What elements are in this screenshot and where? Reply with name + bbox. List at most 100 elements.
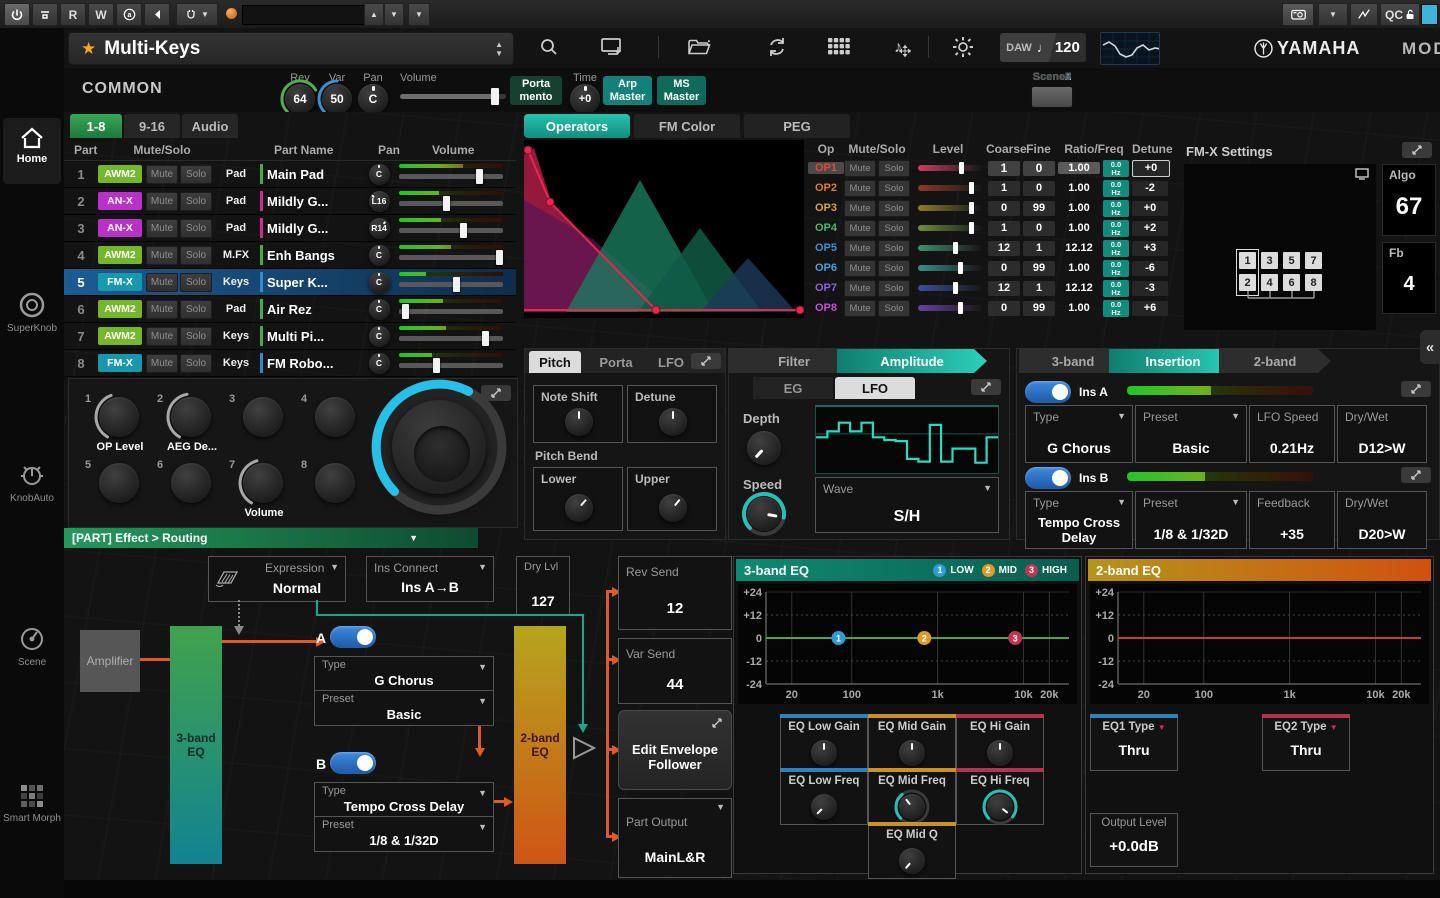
operator-detune[interactable]: -3 bbox=[1132, 281, 1168, 296]
part-pan-knob[interactable]: C bbox=[369, 299, 390, 320]
ins-connect-box[interactable]: Ins Connect ▼ Ins A→B bbox=[366, 556, 494, 602]
operator-solo-button[interactable]: Solo bbox=[878, 300, 910, 317]
eq-knob-box[interactable]: EQ Mid Gain bbox=[868, 717, 956, 771]
part-solo-button[interactable]: Solo bbox=[180, 354, 212, 373]
trigger-button[interactable] bbox=[1350, 3, 1378, 26]
operator-mute-button[interactable]: Mute bbox=[844, 220, 876, 237]
fx-field-box[interactable]: Dry/Wet ▼ D20>W bbox=[1337, 491, 1427, 549]
daw-tempo-display[interactable]: DAW ♩ 120 bbox=[1000, 33, 1086, 62]
operator-fine[interactable]: 0 bbox=[1023, 161, 1055, 176]
store-to-device-button[interactable] bbox=[597, 34, 627, 60]
expression-box[interactable]: Expression ▼ Normal bbox=[208, 556, 346, 602]
read-button[interactable]: R bbox=[60, 3, 86, 26]
assign-knob[interactable] bbox=[243, 463, 283, 503]
ms-master-button[interactable]: MS Master bbox=[657, 76, 706, 105]
operator-level-slider[interactable] bbox=[918, 205, 982, 211]
lfo-speed-knob[interactable] bbox=[747, 497, 781, 531]
tab-fm-color[interactable]: FM Color bbox=[634, 114, 740, 138]
performance-name-box[interactable]: ★ Multi-Keys ▲▼ bbox=[68, 32, 514, 65]
eq-knob[interactable] bbox=[899, 794, 925, 820]
operator-fine[interactable]: 1 bbox=[1023, 281, 1055, 296]
operator-coarse[interactable]: 1 bbox=[988, 161, 1020, 176]
eq-knob-box[interactable]: EQ Hi Gain bbox=[956, 717, 1044, 771]
snapshot-button[interactable] bbox=[1282, 3, 1314, 26]
operator-level-thumb[interactable] bbox=[969, 202, 974, 214]
power-button[interactable] bbox=[4, 3, 30, 26]
increment-button[interactable]: ▲ bbox=[364, 3, 384, 26]
3band-eq-graph[interactable]: +24+120-12-24201001k10k20k123 bbox=[738, 584, 1077, 704]
chain-a-preset-box[interactable]: Preset ▼ Basic bbox=[314, 690, 494, 726]
fx-field-box[interactable]: Type ▼ Tempo Cross Delay bbox=[1025, 491, 1133, 549]
assign-knob[interactable] bbox=[243, 397, 283, 437]
operator-detune[interactable]: -6 bbox=[1132, 261, 1168, 276]
eq-knob[interactable] bbox=[987, 740, 1013, 766]
part-solo-button[interactable]: Solo bbox=[180, 273, 212, 292]
part-volume-slider[interactable] bbox=[399, 309, 503, 314]
operator-ratio[interactable]: 1.00 bbox=[1058, 262, 1100, 274]
fmx-expand-button[interactable] bbox=[1402, 142, 1432, 158]
detune-knob[interactable] bbox=[659, 408, 687, 436]
operator-solo-button[interactable]: Solo bbox=[878, 160, 910, 177]
amplitude-expand-button[interactable] bbox=[971, 379, 1001, 395]
volume-slider[interactable] bbox=[400, 94, 506, 99]
part-mute-button[interactable]: Mute bbox=[146, 165, 178, 184]
tab-amp-eg[interactable]: EG bbox=[753, 377, 833, 399]
part-row[interactable]: 2 AN-X Mute Solo Pad Mildly G... L16 bbox=[64, 188, 516, 215]
ins-a-expand-button[interactable] bbox=[1401, 381, 1431, 397]
fx-field-box[interactable]: LFO Speed ▼ 0.21Hz bbox=[1249, 405, 1335, 463]
sidebar-item-scene[interactable]: Scene bbox=[3, 620, 61, 684]
part-mute-button[interactable]: Mute bbox=[146, 354, 178, 373]
part-output-box[interactable]: ▼ Part Output MainL&R bbox=[618, 798, 732, 878]
fx-field-box[interactable]: Type ▼ G Chorus bbox=[1025, 405, 1133, 463]
operator-detune[interactable]: +6 bbox=[1132, 301, 1168, 316]
part-row[interactable]: 8 FM-X Mute Solo Keys FM Robo... C bbox=[64, 350, 516, 377]
part-row[interactable]: 5 FM-X Mute Solo Keys Super K... C bbox=[64, 269, 516, 296]
note-shift-box[interactable]: Note Shift bbox=[533, 385, 623, 443]
part-solo-button[interactable]: Solo bbox=[180, 246, 212, 265]
part-volume-thumb[interactable] bbox=[443, 196, 450, 211]
chain-b-type-box[interactable]: Type ▼ Tempo Cross Delay bbox=[314, 782, 494, 818]
operator-level-slider[interactable] bbox=[918, 285, 982, 291]
operator-mute-button[interactable]: Mute bbox=[844, 260, 876, 277]
part-volume-thumb[interactable] bbox=[453, 277, 460, 292]
operator-mute-button[interactable]: Mute bbox=[844, 160, 876, 177]
algo-number-box[interactable]: Algo 67 bbox=[1382, 164, 1436, 236]
operator-mute-button[interactable]: Mute bbox=[844, 300, 876, 317]
mini-waveform-display[interactable] bbox=[1100, 32, 1160, 65]
operator-detune[interactable]: -2 bbox=[1132, 181, 1168, 196]
decrement-button[interactable]: ▼ bbox=[384, 3, 404, 26]
eq-knob[interactable] bbox=[811, 794, 837, 820]
part-pan-knob[interactable]: C bbox=[369, 164, 390, 185]
operator-fine[interactable]: 0 bbox=[1023, 221, 1055, 236]
operator-level-thumb[interactable] bbox=[969, 222, 974, 234]
part-pan-knob[interactable]: C bbox=[369, 353, 390, 374]
operator-mute-button[interactable]: Mute bbox=[844, 240, 876, 257]
eq1-type-box[interactable]: EQ1 Type ▼ Thru bbox=[1090, 717, 1178, 771]
part-mute-button[interactable]: Mute bbox=[146, 246, 178, 265]
operator-solo-button[interactable]: Solo bbox=[878, 280, 910, 297]
sidebar-item-home[interactable]: Home bbox=[3, 118, 61, 184]
operator-level-thumb[interactable] bbox=[969, 182, 974, 194]
operator-ratio[interactable]: 1.00 bbox=[1058, 202, 1100, 214]
part-mute-button[interactable]: Mute bbox=[146, 327, 178, 346]
pitch-expand-button[interactable] bbox=[691, 353, 721, 369]
lfo-depth-knob[interactable] bbox=[747, 431, 781, 465]
scene-button[interactable]: Scene8 bbox=[1028, 71, 1076, 108]
part-mute-button[interactable]: Mute bbox=[146, 192, 178, 211]
operator-row[interactable]: OP2 Mute Solo 1 0 1.00 0.0Hz -2 bbox=[808, 178, 1180, 198]
operator-level-slider[interactable] bbox=[918, 265, 982, 271]
assign-knob[interactable] bbox=[171, 463, 211, 503]
operator-level-slider[interactable] bbox=[918, 185, 982, 191]
tab-parts-audio[interactable]: Audio bbox=[182, 114, 238, 138]
operator-solo-button[interactable]: Solo bbox=[878, 240, 910, 257]
operator-level-slider[interactable] bbox=[918, 165, 982, 171]
operator-detune[interactable]: +2 bbox=[1132, 221, 1168, 236]
part-volume-slider[interactable] bbox=[399, 282, 503, 287]
operator-row[interactable]: OP7 Mute Solo 12 1 12.12 0.0Hz -3 bbox=[808, 278, 1180, 298]
operator-row[interactable]: OP6 Mute Solo 0 99 1.00 0.0Hz -6 bbox=[808, 258, 1180, 278]
volume-slider-thumb[interactable] bbox=[491, 88, 499, 105]
operator-solo-button[interactable]: Solo bbox=[878, 260, 910, 277]
operator-fine[interactable]: 99 bbox=[1023, 201, 1055, 216]
part-volume-thumb[interactable] bbox=[402, 304, 409, 319]
part-row[interactable]: 6 AWM2 Mute Solo Pad Air Rez C bbox=[64, 296, 516, 323]
